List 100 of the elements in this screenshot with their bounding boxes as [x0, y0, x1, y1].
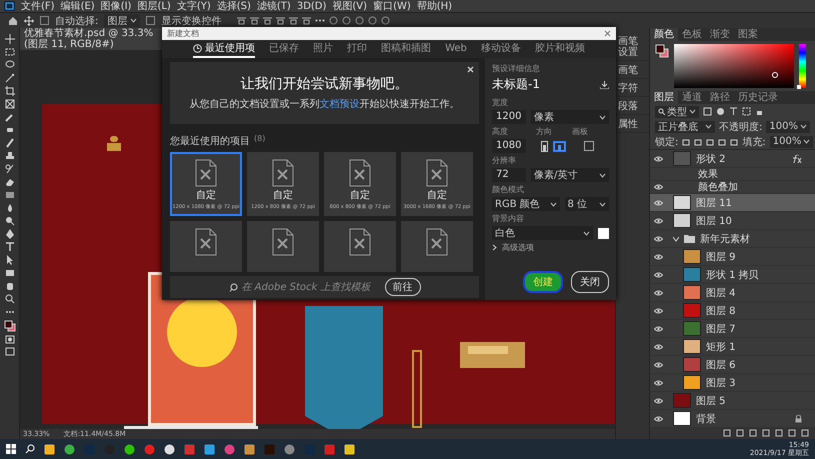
layer-row[interactable]: 图层 6 [650, 356, 815, 374]
eye-icon[interactable] [654, 326, 663, 332]
align-icon[interactable] [263, 16, 272, 24]
healing-brush-icon[interactable] [4, 125, 14, 135]
menu-item[interactable]: 选择(S) [216, 0, 251, 13]
unit-dropdown[interactable]: 像素/英寸 [531, 168, 609, 182]
eye-icon[interactable] [654, 236, 663, 242]
layer-row[interactable]: 图层 7 [650, 320, 815, 338]
pixel-filter-icon[interactable] [703, 107, 712, 116]
background-dropdown[interactable]: 白色 [492, 226, 593, 240]
caret-icon[interactable] [673, 236, 679, 242]
square-app-icon[interactable] [44, 444, 55, 454]
menu-item[interactable]: 滤镜(T) [256, 0, 291, 13]
eye-icon[interactable] [654, 290, 663, 296]
layer-row[interactable]: 形状 2 [650, 150, 815, 168]
align-icon[interactable] [289, 16, 298, 24]
menu-item[interactable]: 视图(V) [332, 0, 368, 13]
menu-item[interactable]: 文字(Y) [176, 0, 211, 13]
panel-tab[interactable]: 渐变 [706, 28, 734, 41]
round-app-icon[interactable] [124, 444, 135, 454]
square-app-icon[interactable] [204, 444, 215, 454]
eraser-icon[interactable] [4, 177, 14, 187]
menu-item[interactable]: 编辑(E) [60, 0, 95, 13]
align-icon[interactable] [276, 16, 286, 24]
stock-search-field[interactable]: 在 Adobe Stock 上查找模板 [228, 282, 378, 292]
eyedropper-icon[interactable] [4, 112, 14, 122]
preset-card[interactable] [247, 221, 319, 272]
shape-filter-icon[interactable] [742, 107, 751, 116]
panel-tab[interactable]: 图层 [650, 91, 678, 104]
layer-row[interactable]: 矩形 1 [650, 338, 815, 356]
eye-icon[interactable] [654, 200, 663, 206]
eye-icon[interactable] [654, 218, 663, 224]
panel-tab[interactable]: 路径 [706, 91, 734, 104]
quick-mask-icon[interactable] [4, 335, 14, 344]
panel-tab[interactable]: 颜色 [650, 28, 678, 41]
fill-field[interactable]: 100% [770, 136, 814, 148]
color-swatches-icon[interactable] [4, 320, 16, 332]
menu-item[interactable]: 图层(L) [137, 0, 171, 13]
dialog-tab[interactable]: 已保存 [269, 40, 300, 58]
close-icon[interactable] [604, 30, 611, 37]
portrait-button[interactable] [540, 140, 549, 152]
square-app-icon[interactable] [244, 444, 255, 454]
adjustment-filter-icon[interactable] [716, 107, 725, 116]
color-swatches-icon[interactable] [655, 44, 669, 58]
type-filter-icon[interactable] [729, 107, 738, 116]
home-icon[interactable] [8, 16, 18, 25]
layer-row[interactable]: 形状 1 拷贝 [650, 266, 815, 284]
color-mode-dropdown[interactable]: RGB 颜色 [492, 197, 560, 211]
panel-tab[interactable]: 色板 [678, 28, 706, 41]
menu-item[interactable]: 窗口(W) [373, 0, 411, 13]
document-name-field[interactable]: 未标题-1 [492, 76, 540, 93]
close-button[interactable] [467, 66, 474, 73]
eye-icon[interactable] [654, 156, 663, 162]
align-icon[interactable] [250, 16, 260, 24]
eye-icon[interactable] [654, 308, 663, 314]
preset-card[interactable] [401, 221, 473, 272]
marquee-icon[interactable] [4, 47, 14, 57]
checkbox[interactable] [40, 16, 49, 25]
eye-icon[interactable] [654, 344, 663, 350]
advanced-options-toggle[interactable]: 高级选项 [502, 242, 534, 253]
layer-row[interactable]: 图层 11 [650, 194, 815, 212]
slider-thumb[interactable] [797, 85, 801, 90]
magic-wand-icon[interactable] [4, 73, 14, 83]
opacity-field[interactable]: 100% [766, 120, 810, 132]
lasso-icon[interactable] [4, 60, 14, 70]
dialog-tab[interactable]: 胶片和视频 [534, 40, 585, 58]
frame-icon[interactable] [4, 99, 14, 109]
color-picker-field[interactable] [674, 44, 794, 88]
preset-card[interactable] [324, 221, 396, 272]
dialog-tab[interactable]: 照片 [313, 40, 334, 58]
layer-row[interactable]: 图层 8 [650, 302, 815, 320]
layer-row[interactable]: 图层 3 [650, 374, 815, 392]
menu-item[interactable]: 图像(I) [100, 0, 132, 13]
history-brush-icon[interactable] [4, 164, 14, 174]
eye-icon[interactable] [654, 184, 663, 190]
eye-icon[interactable] [654, 398, 663, 404]
dialog-tab[interactable]: 图稿和插图 [381, 40, 432, 58]
close-button[interactable]: 关闭 [571, 271, 609, 293]
menu-item[interactable]: 文件(F) [21, 0, 55, 13]
layer-row[interactable]: 图层 4 [650, 284, 815, 302]
menu-item[interactable]: 帮助(H) [416, 0, 452, 13]
resolution-field[interactable]: 72 [492, 168, 526, 182]
height-field[interactable]: 1080 [492, 139, 526, 153]
dialog-tab[interactable]: 打印 [347, 40, 368, 58]
stamp-icon[interactable] [4, 151, 14, 161]
search-icon[interactable] [25, 444, 35, 454]
preset-card[interactable] [170, 221, 242, 272]
layer-row[interactable]: 图层 10 [650, 212, 815, 230]
round-app-icon[interactable] [164, 444, 175, 454]
dodge-icon[interactable] [4, 216, 14, 226]
gradient-icon[interactable] [4, 190, 14, 200]
unit-dropdown[interactable]: 像素 [531, 110, 609, 124]
more-icon[interactable] [315, 19, 326, 22]
checkbox[interactable] [146, 16, 156, 25]
blend-mode-dropdown[interactable]: 正片叠底 [655, 120, 716, 132]
width-field[interactable]: 1200 [492, 110, 526, 124]
landscape-button[interactable] [553, 140, 566, 152]
menu-item[interactable]: 3D(D) [296, 0, 326, 12]
crop-icon[interactable] [4, 86, 14, 96]
layer-effect-row[interactable]: 效果 [650, 168, 815, 181]
